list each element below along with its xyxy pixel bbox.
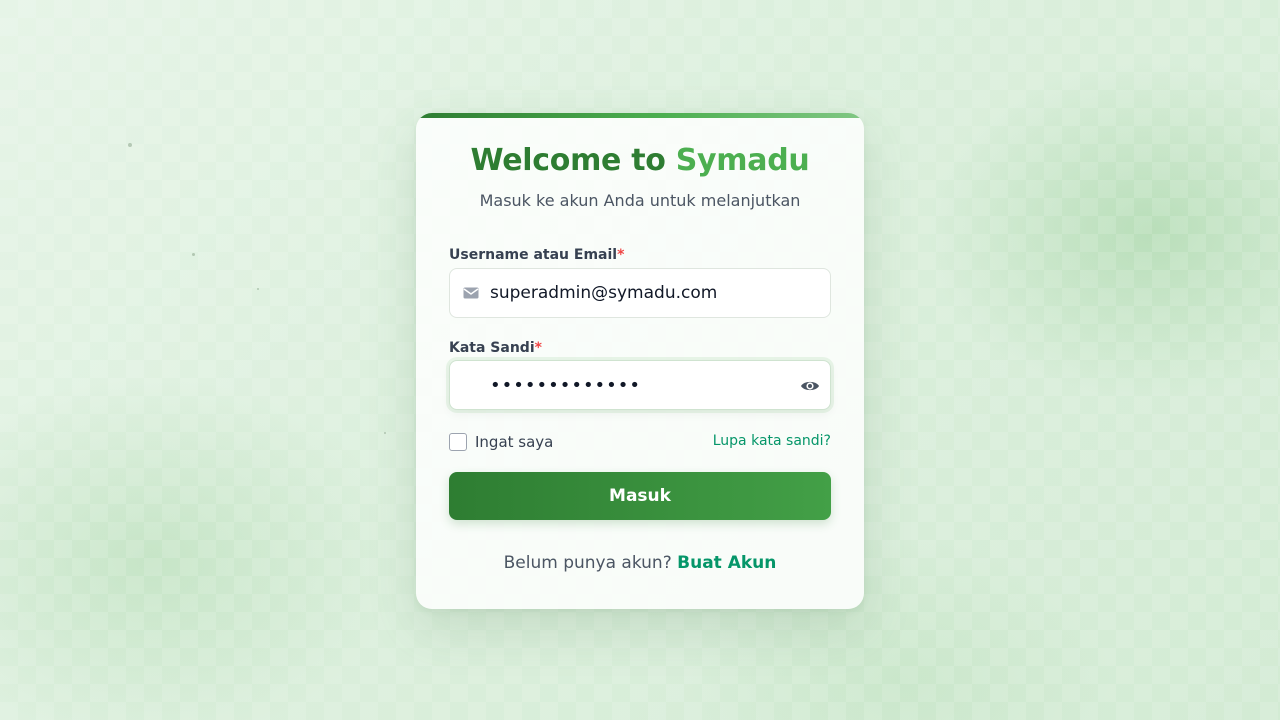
remember-label: Ingat saya <box>475 433 554 451</box>
login-button[interactable]: Masuk <box>449 472 831 520</box>
username-field[interactable] <box>449 268 831 318</box>
background-dot <box>192 253 195 256</box>
page-title: Welcome to Symadu <box>416 143 864 178</box>
forgot-password-link[interactable]: Lupa kata sandi? <box>713 433 831 449</box>
eye-icon[interactable] <box>800 376 820 396</box>
password-input[interactable] <box>490 361 790 409</box>
username-label: Username atau Email* <box>449 247 624 263</box>
username-input[interactable] <box>490 269 790 317</box>
background-dot <box>128 143 132 147</box>
required-marker: * <box>534 340 542 356</box>
create-account-link[interactable]: Buat Akun <box>677 553 776 573</box>
background-dot <box>257 288 259 290</box>
mail-icon <box>463 287 479 299</box>
remember-checkbox[interactable] <box>449 433 467 451</box>
password-field[interactable] <box>449 360 831 410</box>
username-label-text: Username atau Email <box>449 247 618 263</box>
login-card: Welcome to Symadu Masuk ke akun Anda unt… <box>416 113 864 609</box>
password-label-text: Kata Sandi <box>449 340 535 356</box>
remember-me[interactable]: Ingat saya <box>449 433 553 451</box>
password-label: Kata Sandi* <box>449 340 542 356</box>
background-dot <box>384 432 386 434</box>
title-brand: Symadu <box>675 143 810 178</box>
title-prefix: Welcome to <box>470 143 666 178</box>
signup-prompt-text: Belum punya akun? <box>503 553 672 573</box>
required-marker: * <box>617 247 625 263</box>
signup-prompt: Belum punya akun? Buat Akun <box>416 553 864 573</box>
page-subtitle: Masuk ke akun Anda untuk melanjutkan <box>479 191 801 210</box>
card-accent-bar <box>416 113 864 118</box>
